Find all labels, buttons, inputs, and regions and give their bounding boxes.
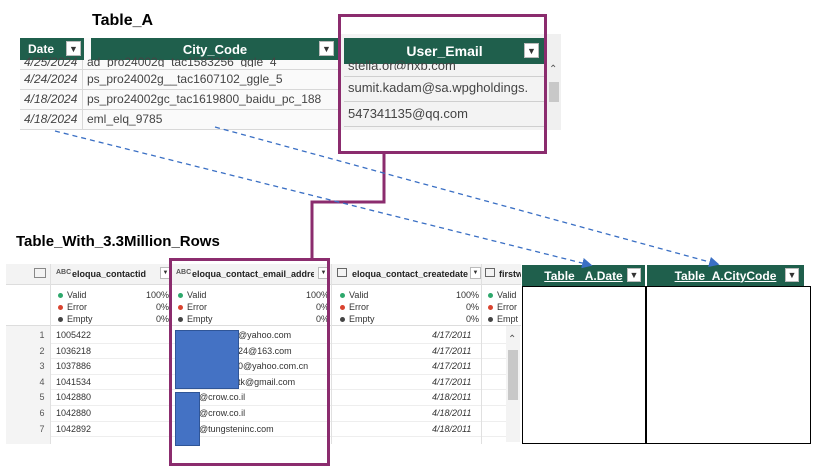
citycode-mapping-arrow xyxy=(214,126,720,267)
row-number: 6 xyxy=(39,408,45,418)
date-mapping-arrow xyxy=(54,130,593,269)
row-number: 1 xyxy=(39,330,45,340)
connector-layer xyxy=(54,126,720,269)
row-number: 2 xyxy=(39,345,45,356)
row-number: 5 xyxy=(39,392,45,403)
row-number: 7 xyxy=(39,423,45,434)
row-number: 4 xyxy=(39,376,45,387)
row-number: 3 xyxy=(39,361,45,372)
